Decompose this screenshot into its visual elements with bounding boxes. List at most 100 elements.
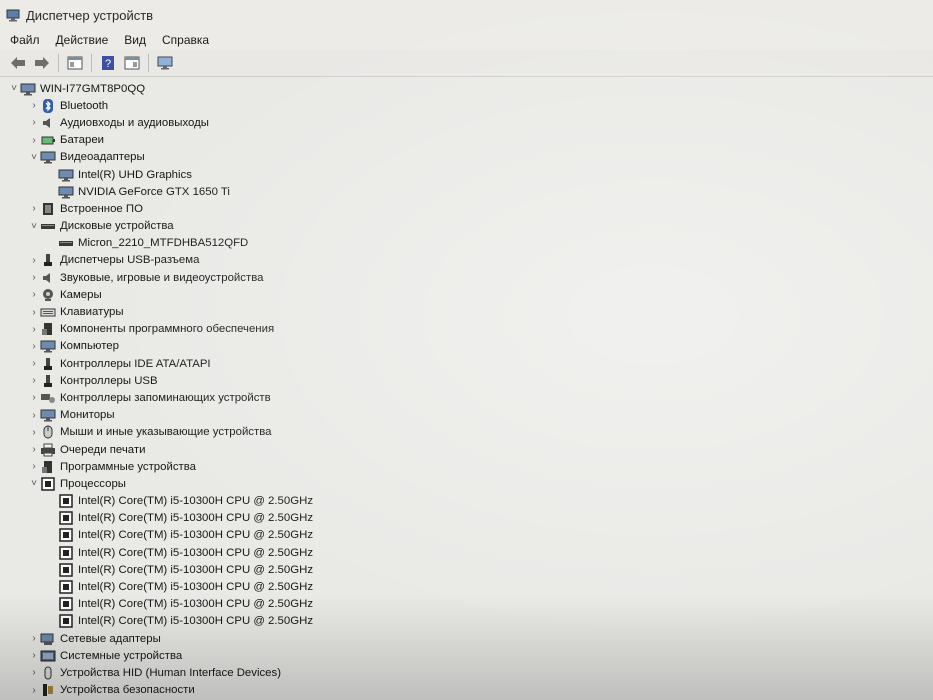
expand-arrow-icon[interactable]: › <box>28 341 40 352</box>
printer-icon <box>41 443 55 457</box>
battery-icon <box>41 136 55 145</box>
tree-item-label: Камеры <box>60 288 102 301</box>
properties-button[interactable] <box>122 53 142 73</box>
tree-node-19-child-0[interactable]: Intel(R) Core(TM) i5-10300H CPU @ 2.50GH… <box>0 493 933 510</box>
cpu-icon <box>59 563 73 577</box>
tree-item-label: Контроллеры USB <box>60 374 158 387</box>
display-adapter-icon <box>58 169 74 182</box>
tree-node-12[interactable]: › Контроллеры IDE ATA/ATAPI <box>0 355 933 372</box>
help-icon: ? <box>102 56 114 70</box>
bluetooth-icon <box>43 98 53 113</box>
show-hide-console-tree-button[interactable] <box>65 53 85 73</box>
expand-arrow-icon[interactable]: › <box>28 307 40 318</box>
collapse-arrow-icon[interactable]: ˅ <box>28 152 40 163</box>
tree-node-4[interactable]: › Встроенное ПО <box>0 200 933 217</box>
tree-node-14[interactable]: › Контроллеры запоминающих устройств <box>0 389 933 406</box>
tree-node-3-child-0[interactable]: Intel(R) UHD Graphics <box>0 166 933 183</box>
expand-arrow-icon[interactable]: › <box>28 100 40 111</box>
tree-node-1[interactable]: › Аудиовходы и аудиовыходы <box>0 114 933 131</box>
tree-node-7[interactable]: › Звуковые, игровые и видеоустройства <box>0 269 933 286</box>
expand-arrow-icon[interactable]: › <box>28 685 40 696</box>
tree-node-19-child-2[interactable]: Intel(R) Core(TM) i5-10300H CPU @ 2.50GH… <box>0 527 933 544</box>
tree-item-icon <box>40 133 56 147</box>
tree-node-6[interactable]: › Диспетчеры USB-разъема <box>0 252 933 269</box>
expand-arrow-icon[interactable]: › <box>28 289 40 300</box>
expand-arrow-icon[interactable]: › <box>28 650 40 661</box>
security-device-icon <box>43 684 53 697</box>
tree-node-9[interactable]: › Клавиатуры <box>0 303 933 320</box>
usb-icon <box>44 374 52 387</box>
tree-item-icon <box>40 683 56 697</box>
tree-node-8[interactable]: › Камеры <box>0 286 933 303</box>
tree-node-18[interactable]: › Программные устройства <box>0 458 933 475</box>
tree-item-label: Звуковые, игровые и видеоустройства <box>60 271 264 284</box>
menu-file[interactable]: Файл <box>10 33 40 47</box>
expand-arrow-icon[interactable]: › <box>28 255 40 266</box>
tree-item-icon <box>40 322 56 336</box>
expand-arrow-icon[interactable]: › <box>28 324 40 335</box>
tree-item-label: Мониторы <box>60 409 115 422</box>
tree-node-19-child-3[interactable]: Intel(R) Core(TM) i5-10300H CPU @ 2.50GH… <box>0 544 933 561</box>
display-adapter-icon <box>58 186 74 199</box>
menu-action[interactable]: Действие <box>56 33 109 47</box>
cpu-icon <box>59 494 73 508</box>
menu-view[interactable]: Вид <box>124 33 146 47</box>
expand-arrow-icon[interactable]: › <box>28 135 40 146</box>
expand-arrow-icon[interactable]: › <box>28 461 40 472</box>
expand-arrow-icon[interactable]: › <box>28 375 40 386</box>
tree-node-21[interactable]: › Системные устройства <box>0 647 933 664</box>
tree-node-3[interactable]: ˅ Видеоадаптеры <box>0 149 933 166</box>
tree-node-19-child-1[interactable]: Intel(R) Core(TM) i5-10300H CPU @ 2.50GH… <box>0 510 933 527</box>
cpu-icon <box>59 511 73 526</box>
expand-arrow-icon[interactable]: › <box>28 633 40 644</box>
tree-node-11[interactable]: › Компьютер <box>0 338 933 355</box>
tree-item-icon <box>58 236 74 250</box>
toolbar-separator <box>148 54 149 72</box>
tree-node-2[interactable]: › Батареи <box>0 132 933 149</box>
expand-arrow-icon[interactable]: › <box>28 272 40 283</box>
tree-node-22[interactable]: › Устройства HID (Human Interface Devices… <box>0 664 933 681</box>
tree-item-icon <box>58 185 74 199</box>
tree-node-19-child-7[interactable]: Intel(R) Core(TM) i5-10300H CPU @ 2.50GH… <box>0 613 933 630</box>
help-button[interactable]: ? <box>98 53 118 73</box>
tree-node-23[interactable]: › Устройства безопасности <box>0 682 933 699</box>
tree-item-icon <box>40 666 56 680</box>
menu-help[interactable]: Справка <box>162 33 209 47</box>
expand-arrow-icon[interactable]: › <box>28 392 40 403</box>
tree-node-19-child-5[interactable]: Intel(R) Core(TM) i5-10300H CPU @ 2.50GH… <box>0 578 933 595</box>
tree-node-19-child-4[interactable]: Intel(R) Core(TM) i5-10300H CPU @ 2.50GH… <box>0 561 933 578</box>
scan-hardware-button[interactable] <box>155 53 175 73</box>
tree-node-10[interactable]: › Компоненты программного обеспечения <box>0 321 933 338</box>
usb-connector-icon <box>44 254 52 267</box>
tree-item-label: WIN-I77GMT8P0QQ <box>40 82 146 95</box>
tree-node-15[interactable]: › Мониторы <box>0 407 933 424</box>
expand-arrow-icon[interactable]: › <box>28 117 40 128</box>
tree-node-17[interactable]: › Очереди печати <box>0 441 933 458</box>
tree-node-5-child-0[interactable]: Micron_2210_MTFDHBA512QFD <box>0 235 933 252</box>
expand-arrow-icon[interactable]: › <box>28 667 40 678</box>
back-button[interactable] <box>8 53 28 73</box>
forward-button[interactable] <box>32 53 52 73</box>
collapse-arrow-icon[interactable]: ˅ <box>28 221 40 232</box>
firmware-icon <box>43 202 53 215</box>
menu-bar: Файл Действие Вид Справка <box>0 30 933 50</box>
tree-node-19-child-6[interactable]: Intel(R) Core(TM) i5-10300H CPU @ 2.50GH… <box>0 596 933 613</box>
tree-node-3-child-1[interactable]: NVIDIA GeForce GTX 1650 Ti <box>0 183 933 200</box>
tree-item-label: Очереди печати <box>60 443 146 456</box>
collapse-arrow-icon[interactable]: ˅ <box>8 83 20 94</box>
tree-node-19[interactable]: ˅ Процессоры <box>0 475 933 492</box>
expand-arrow-icon[interactable]: › <box>28 203 40 214</box>
collapse-arrow-icon[interactable]: ˅ <box>28 478 40 489</box>
tree-node-16[interactable]: › Мыши и иные указывающие устройства <box>0 424 933 441</box>
network-adapter-icon <box>40 633 54 645</box>
tree-node-20[interactable]: › Сетевые адаптеры <box>0 630 933 647</box>
expand-arrow-icon[interactable]: › <box>28 410 40 421</box>
tree-node-13[interactable]: › Контроллеры USB <box>0 372 933 389</box>
tree-node-5[interactable]: ˅ Дисковые устройства <box>0 218 933 235</box>
device-manager-window: Диспетчер устройств Файл Действие Вид Сп… <box>0 0 933 700</box>
expand-arrow-icon[interactable]: › <box>28 444 40 455</box>
expand-arrow-icon[interactable]: › <box>28 427 40 438</box>
tree-node-0[interactable]: › Bluetooth <box>0 97 933 114</box>
tree-root-computer[interactable]: ˅ WIN-I77GMT8P0QQ <box>0 80 933 97</box>
expand-arrow-icon[interactable]: › <box>28 358 40 369</box>
